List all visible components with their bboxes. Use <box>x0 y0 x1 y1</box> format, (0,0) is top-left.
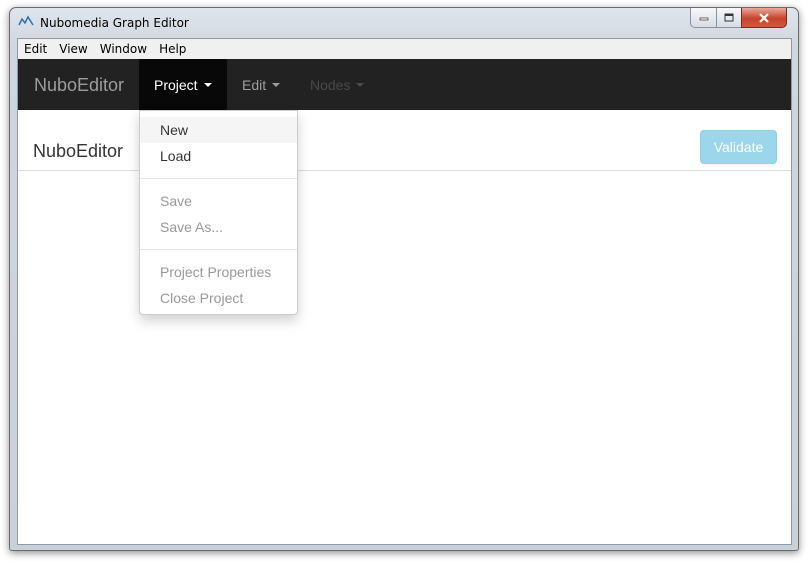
minimize-icon <box>699 17 708 20</box>
caret-down-icon <box>272 82 281 87</box>
top-navbar: NuboEditor Project Edit Nodes <box>18 59 791 110</box>
dropdown-item-close-project[interactable]: Close Project <box>140 285 297 311</box>
validate-button[interactable]: Validate <box>700 130 777 164</box>
app-window: Nubomedia Graph Editor Edit View Window … <box>9 7 799 551</box>
close-icon <box>759 12 769 23</box>
nav-nodes: Nodes <box>295 59 379 110</box>
dropdown-divider <box>140 249 297 250</box>
app-logo-icon <box>18 15 34 26</box>
menu-window[interactable]: Window <box>94 39 153 59</box>
window-title: Nubomedia Graph Editor <box>40 16 189 30</box>
menu-bar: Edit View Window Help <box>18 39 791 60</box>
nav-edit[interactable]: Edit <box>227 59 295 110</box>
project-dropdown-menu: New Load Save Save As... Project Propert… <box>139 110 298 315</box>
page-title: NuboEditor <box>33 141 124 161</box>
dropdown-divider <box>140 178 297 179</box>
dropdown-item-load[interactable]: Load <box>140 143 297 169</box>
minimize-button[interactable] <box>690 8 717 28</box>
dropdown-item-save[interactable]: Save <box>140 188 297 214</box>
dropdown-item-new[interactable]: New <box>140 117 297 143</box>
client-area: Edit View Window Help NuboEditor Project… <box>17 38 792 545</box>
nav-nodes-label: Nodes <box>310 76 351 93</box>
menu-help[interactable]: Help <box>153 39 192 59</box>
caret-down-icon <box>356 82 365 87</box>
nav-project-label: Project <box>154 76 198 93</box>
menu-edit[interactable]: Edit <box>18 39 53 59</box>
close-button[interactable] <box>741 8 787 28</box>
maximize-button[interactable] <box>716 8 742 28</box>
nav-edit-label: Edit <box>242 76 267 93</box>
title-bar[interactable]: Nubomedia Graph Editor <box>10 8 798 36</box>
menu-view[interactable]: View <box>53 39 93 59</box>
navbar-brand[interactable]: NuboEditor <box>34 75 124 96</box>
content-divider <box>18 170 791 171</box>
nav-project[interactable]: Project <box>139 59 227 110</box>
dropdown-item-project-properties[interactable]: Project Properties <box>140 259 297 285</box>
maximize-icon <box>724 13 734 22</box>
dropdown-item-save-as[interactable]: Save As... <box>140 214 297 240</box>
caret-down-icon <box>203 82 212 87</box>
